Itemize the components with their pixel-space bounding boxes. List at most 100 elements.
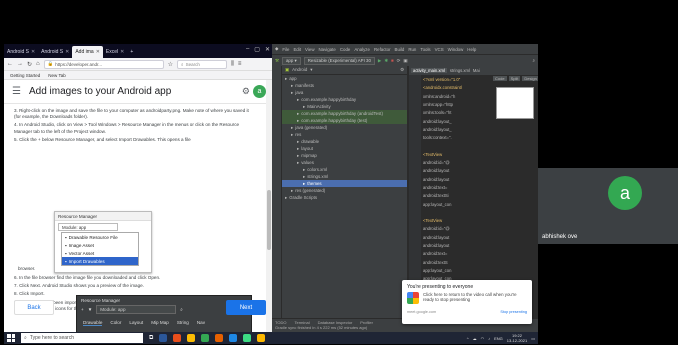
tree-node[interactable]: ▸ java (generated) [282, 124, 407, 131]
taskbar-app-icon[interactable] [201, 334, 210, 342]
tree-node[interactable]: ▸ colors.xml [282, 166, 407, 173]
side-tool-strip[interactable] [272, 66, 282, 318]
taskbar-app-icon[interactable] [215, 334, 224, 342]
tree-node[interactable]: ▸ res [282, 131, 407, 138]
project-view-label[interactable]: Android [292, 67, 307, 73]
editor-tab[interactable]: strings.xml [450, 68, 470, 73]
menu-item[interactable]: ▪ Import Drawables [62, 257, 138, 265]
menu-item[interactable]: ▪ Image Asset [62, 241, 138, 249]
view-mode-button[interactable]: Code [493, 76, 507, 81]
menu-item[interactable]: Build [395, 47, 405, 52]
volume-icon[interactable]: ♪ [488, 336, 490, 341]
menu-item[interactable]: View [305, 47, 314, 52]
back-button[interactable]: Back [14, 300, 54, 315]
tree-node[interactable]: ▸ Gradle Scripts [282, 194, 407, 201]
search-everywhere-icon[interactable]: ⌕ [533, 58, 535, 63]
tree-node[interactable]: ▸ strings.xml [282, 173, 407, 180]
search-field[interactable]: ⌕ Search [177, 59, 228, 69]
new-tab-button[interactable]: + [127, 46, 136, 58]
library-icon[interactable]: ⫼ [231, 61, 234, 68]
stop-icon[interactable]: ■ [391, 58, 394, 63]
debug-icon[interactable]: ✱ [384, 58, 388, 64]
stop-presenting-button[interactable]: Stop presenting [500, 310, 527, 314]
menu-item[interactable]: Analyze [354, 47, 370, 52]
menu-item[interactable]: Tools [420, 47, 430, 52]
module-dropdown[interactable]: Module: app [58, 223, 118, 231]
gear-icon[interactable]: ⚙ [242, 86, 250, 97]
tree-node[interactable]: ▸ themes [282, 180, 407, 187]
taskbar-app-icon[interactable] [243, 334, 252, 342]
view-mode-button[interactable]: Split [508, 76, 521, 81]
close-tab-icon[interactable]: ✕ [65, 49, 69, 55]
gear-icon[interactable]: ⚙ [400, 67, 404, 73]
taskbar-app-icon[interactable] [173, 334, 182, 342]
tree-node[interactable]: ▸ drawable [282, 138, 407, 145]
menu-item[interactable]: Refactor [374, 47, 391, 52]
back-arrow-icon[interactable]: ← [7, 61, 13, 67]
add-icon[interactable]: + [81, 307, 84, 312]
maximize-icon[interactable]: ▢ [254, 46, 260, 53]
bookmark-item[interactable]: New Tab [48, 73, 65, 78]
chevron-up-icon[interactable]: ^ [467, 336, 469, 341]
browser-tab[interactable]: Excel ✕ [103, 46, 127, 58]
menu-icon[interactable]: ≡ [238, 61, 242, 67]
taskbar-app-icon[interactable] [229, 334, 238, 342]
close-tab-icon[interactable]: ✕ [120, 49, 124, 55]
tree-node[interactable]: ▸ com.example.happybirthday [282, 96, 407, 103]
presenting-popup[interactable]: You're presenting to everyone Click here… [402, 280, 532, 324]
tree-node[interactable]: ▸ res (generated) [282, 187, 407, 194]
view-mode-button[interactable]: Design [522, 76, 538, 81]
url-bar[interactable]: 🔒 https://developer.andr... [43, 59, 164, 69]
browser-tab[interactable]: Add ima ✕ [72, 46, 103, 58]
taskbar-app-icon[interactable] [187, 334, 196, 342]
chevron-down-icon[interactable]: ▾ [310, 67, 312, 73]
menu-item[interactable]: VCS [435, 47, 444, 52]
resource-tab[interactable]: Color [110, 320, 121, 326]
task-view-icon[interactable]: ⧉ [149, 335, 153, 342]
language-indicator[interactable]: ENG [494, 336, 503, 341]
tree-node[interactable]: ▸ values [282, 159, 407, 166]
avatar[interactable]: a [253, 85, 266, 98]
bookmark-star-icon[interactable]: ☆ [168, 61, 173, 68]
tree-node[interactable]: ▸ mipmap [282, 152, 407, 159]
menu-item[interactable]: ▪ Drawable Resource File [62, 233, 138, 241]
home-icon[interactable]: ⌂ [36, 61, 40, 67]
run-icon[interactable]: ▶ [378, 58, 381, 64]
menu-item[interactable]: File [282, 47, 289, 52]
run-config-select[interactable]: app ▾ [281, 56, 301, 65]
next-button[interactable]: Next [226, 300, 266, 315]
resource-tab[interactable]: String [177, 320, 189, 326]
reload-icon[interactable]: ↻ [27, 61, 32, 68]
close-icon[interactable]: ✕ [265, 46, 270, 53]
tree-node[interactable]: ▸ layout [282, 145, 407, 152]
browser-tab[interactable]: Android S ✕ [4, 46, 38, 58]
menu-item[interactable]: Window [448, 47, 464, 52]
tree-node[interactable]: ▸ MainActivity [282, 103, 407, 110]
menu-item[interactable]: Run [408, 47, 416, 52]
scroll-thumb[interactable] [267, 190, 271, 250]
filter-icon[interactable]: ▼ [88, 307, 93, 312]
menu-item[interactable]: Navigate [318, 47, 335, 52]
menu-item[interactable]: ▪ Vector Asset [62, 249, 138, 257]
bookmark-item[interactable]: Getting Started [10, 73, 40, 78]
taskbar-search[interactable]: ⌕ Type here to search [21, 333, 143, 343]
tree-node[interactable]: ▸ com.example.happybirthday (test) [282, 117, 407, 124]
menu-item[interactable]: Help [467, 47, 476, 52]
hamburger-icon[interactable]: ☰ [12, 86, 21, 97]
close-tab-icon[interactable]: ✕ [96, 49, 100, 55]
tree-node[interactable]: ▸ java [282, 89, 407, 96]
resource-tab[interactable]: Nav [197, 320, 205, 326]
menu-item[interactable]: Code [340, 47, 351, 52]
browser-tab[interactable]: Android S ✕ [38, 46, 72, 58]
sync-icon[interactable]: ⟳ [397, 58, 401, 64]
clock[interactable]: 19:22 13-12-2021 [507, 333, 527, 343]
hammer-icon[interactable]: ⚒ [275, 58, 279, 64]
minimize-icon[interactable]: – [246, 46, 249, 53]
cloud-icon[interactable]: ☁ [473, 336, 477, 341]
resource-tab[interactable]: Drawable [83, 320, 103, 326]
taskbar-app-icon[interactable] [257, 334, 266, 342]
search-icon[interactable]: ⌕ [180, 307, 183, 312]
wifi-icon[interactable]: ◠ [481, 336, 485, 341]
editor-tab[interactable]: Mai [473, 68, 480, 73]
taskbar-app-icon[interactable] [159, 334, 168, 342]
